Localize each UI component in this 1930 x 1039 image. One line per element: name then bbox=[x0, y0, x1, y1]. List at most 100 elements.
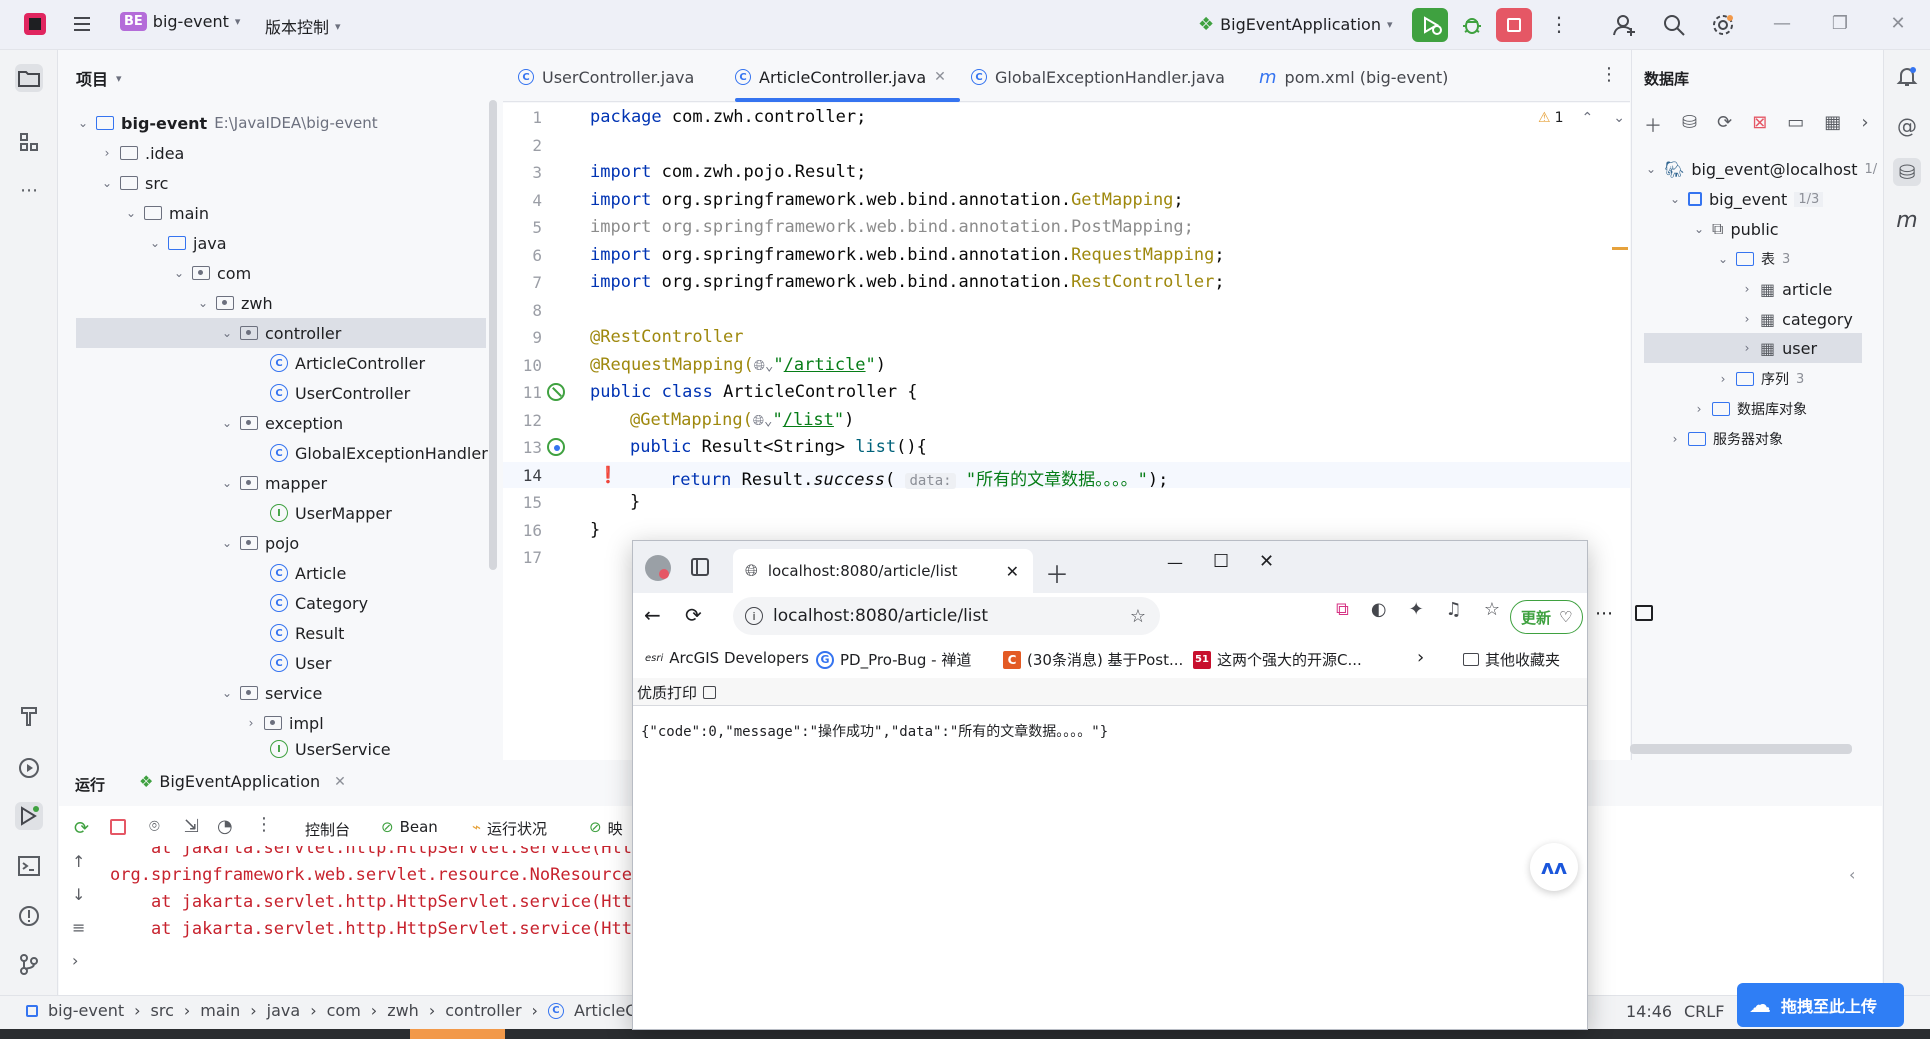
tree-item[interactable]: C Article bbox=[270, 558, 346, 588]
debug-icon[interactable] bbox=[1460, 13, 1484, 37]
more-tools-icon[interactable]: ⋯ bbox=[15, 176, 43, 204]
checkbox[interactable] bbox=[703, 686, 717, 699]
project-panel-header[interactable]: 项目 ▾ bbox=[76, 66, 122, 90]
console-icon[interactable]: ▭ bbox=[1787, 112, 1804, 138]
globe-icon[interactable]: 🌐︎⌄ bbox=[753, 413, 773, 429]
line-ending[interactable]: CRLF bbox=[1684, 1002, 1724, 1021]
refresh-icon[interactable]: ⟳ bbox=[1717, 112, 1732, 138]
search-icon[interactable] bbox=[1661, 12, 1687, 38]
floating-assistant-icon[interactable]: ʌʌ bbox=[1530, 843, 1578, 891]
tab-user-controller[interactable]: C UserController.java bbox=[518, 62, 694, 92]
chevron-right-icon[interactable]: › bbox=[72, 951, 85, 970]
scroll-down-icon[interactable]: ↓ bbox=[72, 885, 85, 904]
db-tree-item[interactable]: ⌄ big_event 1/3 bbox=[1669, 184, 1824, 214]
db-tree-item[interactable]: › ▦ category bbox=[1741, 304, 1853, 334]
tab-actions-icon[interactable] bbox=[691, 558, 709, 576]
profile-avatar[interactable] bbox=[645, 555, 671, 581]
cursor-position[interactable]: 14:46 bbox=[1626, 1002, 1672, 1021]
tree-item[interactable]: ⌄ java bbox=[149, 228, 227, 258]
mapping-tab[interactable]: ⊘ 映 bbox=[589, 818, 623, 839]
chevron-left-icon[interactable]: ‹ bbox=[1849, 865, 1855, 884]
db-tree-item[interactable]: ⌄ ⧉ public bbox=[1693, 214, 1779, 244]
tree-item[interactable]: C Category bbox=[270, 588, 368, 618]
run-tool-icon[interactable] bbox=[15, 802, 43, 830]
tab-article-controller[interactable]: C ArticleController.java ✕ bbox=[735, 62, 946, 92]
maximize-browser-icon[interactable]: ☐ bbox=[1213, 551, 1229, 572]
notifications-bell-icon[interactable] bbox=[1893, 62, 1921, 90]
stop-icon[interactable] bbox=[110, 819, 126, 835]
terminal-icon[interactable] bbox=[15, 852, 43, 880]
breadcrumb-item[interactable]: zwh bbox=[387, 1001, 419, 1020]
close-window-icon[interactable]: ✕ bbox=[1886, 12, 1910, 36]
tree-item[interactable]: ⌄ zwh bbox=[197, 288, 273, 318]
back-arrow-icon[interactable]: ← bbox=[644, 603, 661, 627]
spring-bean-gutter-icon[interactable] bbox=[547, 383, 565, 401]
breadcrumb-item[interactable]: big-event bbox=[48, 1001, 124, 1020]
new-tab-icon[interactable]: ＋ bbox=[1045, 555, 1069, 590]
close-tab-icon[interactable]: ✕ bbox=[934, 69, 946, 85]
tree-item[interactable]: I UserService bbox=[270, 738, 391, 758]
sidebar-toggle-icon[interactable] bbox=[1635, 605, 1653, 621]
tree-item[interactable]: C ArticleController bbox=[270, 348, 425, 378]
vcs-menu[interactable]: 版本控制 ▾ bbox=[265, 14, 341, 38]
tree-item[interactable]: ⌄ com bbox=[173, 258, 251, 288]
chevron-right-icon[interactable]: › bbox=[1861, 112, 1868, 138]
tree-item[interactable]: I UserMapper bbox=[270, 498, 392, 528]
disconnect-icon[interactable]: ⊠ bbox=[1752, 112, 1767, 138]
bookmark-item[interactable]: C (30条消息) 基于Post... bbox=[1003, 649, 1183, 670]
chevron-up-icon[interactable]: ⌃ bbox=[1581, 110, 1593, 126]
maven-tool-icon[interactable]: m bbox=[1893, 206, 1921, 234]
tree-item[interactable]: › impl bbox=[245, 708, 324, 738]
table-view-icon[interactable]: ▦ bbox=[1824, 112, 1841, 138]
problems-icon[interactable] bbox=[15, 902, 43, 930]
git-icon[interactable] bbox=[15, 950, 43, 978]
favorite-star-icon[interactable]: ☆ bbox=[1130, 606, 1146, 627]
close-browser-icon[interactable]: ✕ bbox=[1259, 551, 1274, 572]
breadcrumb-item[interactable]: com bbox=[327, 1001, 361, 1020]
console-tab[interactable]: 控制台 bbox=[305, 819, 350, 840]
extensions-icon[interactable]: ✦ bbox=[1409, 599, 1424, 620]
more-horizontal-icon[interactable]: ⋯ bbox=[1595, 603, 1613, 624]
db-tree-item[interactable]: › 数据库对象 bbox=[1693, 394, 1807, 424]
close-tab-icon[interactable]: ✕ bbox=[1006, 562, 1019, 581]
chevron-right-icon[interactable]: › bbox=[1417, 647, 1424, 668]
more-vertical-icon[interactable]: ⋮ bbox=[1549, 12, 1569, 36]
db-tree-item[interactable]: › 序列 3 bbox=[1717, 364, 1805, 394]
breadcrumb-item[interactable]: src bbox=[151, 1001, 174, 1020]
services-icon[interactable] bbox=[15, 754, 43, 782]
db-tree-item[interactable]: ⌄ 表 3 bbox=[1717, 244, 1790, 274]
tree-item[interactable]: › .idea bbox=[101, 138, 185, 168]
tree-item[interactable]: C UserController bbox=[270, 378, 410, 408]
tree-item[interactable]: C GlobalExceptionHandler bbox=[270, 438, 488, 468]
breadcrumb-item[interactable]: main bbox=[200, 1001, 240, 1020]
project-folder-icon[interactable] bbox=[15, 64, 43, 92]
reload-icon[interactable]: ⟳ bbox=[685, 603, 702, 627]
favorites-icon[interactable]: ☆ bbox=[1484, 599, 1500, 620]
stop-button[interactable] bbox=[1496, 8, 1532, 42]
translate-icon[interactable]: ⧉ bbox=[1336, 599, 1349, 620]
globe-icon[interactable]: 🌐︎⌄ bbox=[754, 358, 774, 374]
close-tab-icon[interactable]: ✕ bbox=[334, 774, 346, 790]
scroll-up-icon[interactable]: ↑ bbox=[72, 852, 85, 871]
inspection-widget[interactable]: ⚠ 1 ⌃ ⌄ bbox=[1538, 110, 1625, 126]
run-tab[interactable]: ❖ BigEventApplication ✕ bbox=[139, 772, 346, 791]
db-tree-item[interactable]: › ▦ article bbox=[1741, 274, 1833, 304]
db-tree-item[interactable]: ⌄ 🐘︎ big_event@localhost 1/ bbox=[1645, 154, 1877, 184]
chevron-down-icon[interactable]: ⌄ bbox=[1613, 110, 1625, 126]
update-button[interactable]: 更新 ♡ bbox=[1510, 600, 1584, 634]
bookmark-item[interactable]: G PD_Pro-Bug - 禅道 bbox=[816, 649, 971, 670]
tree-item[interactable]: ⌄ service bbox=[221, 678, 322, 708]
tree-item-selected[interactable]: ⌄ controller bbox=[76, 318, 486, 348]
rerun-button[interactable] bbox=[1412, 8, 1448, 42]
run-config-selector[interactable]: ❖ BigEventApplication ▾ bbox=[1198, 14, 1392, 35]
tree-item[interactable]: ⌄ src bbox=[101, 168, 168, 198]
add-icon[interactable]: ＋ bbox=[1644, 112, 1662, 138]
minimize-window-icon[interactable]: — bbox=[1770, 12, 1794, 36]
bookmark-item[interactable]: esri ArcGIS Developers bbox=[645, 649, 809, 667]
exit-icon[interactable]: ⇲ bbox=[184, 816, 199, 837]
more-vertical-icon[interactable]: ⋮ bbox=[255, 814, 273, 835]
camera-icon[interactable]: ⌾ bbox=[149, 816, 160, 837]
breadcrumb-item[interactable]: java bbox=[267, 1001, 301, 1020]
error-bulb-icon[interactable]: ❗ bbox=[598, 465, 618, 484]
console-output[interactable]: at jakarta.servlet.http.HttpServlet.serv… bbox=[100, 846, 632, 991]
